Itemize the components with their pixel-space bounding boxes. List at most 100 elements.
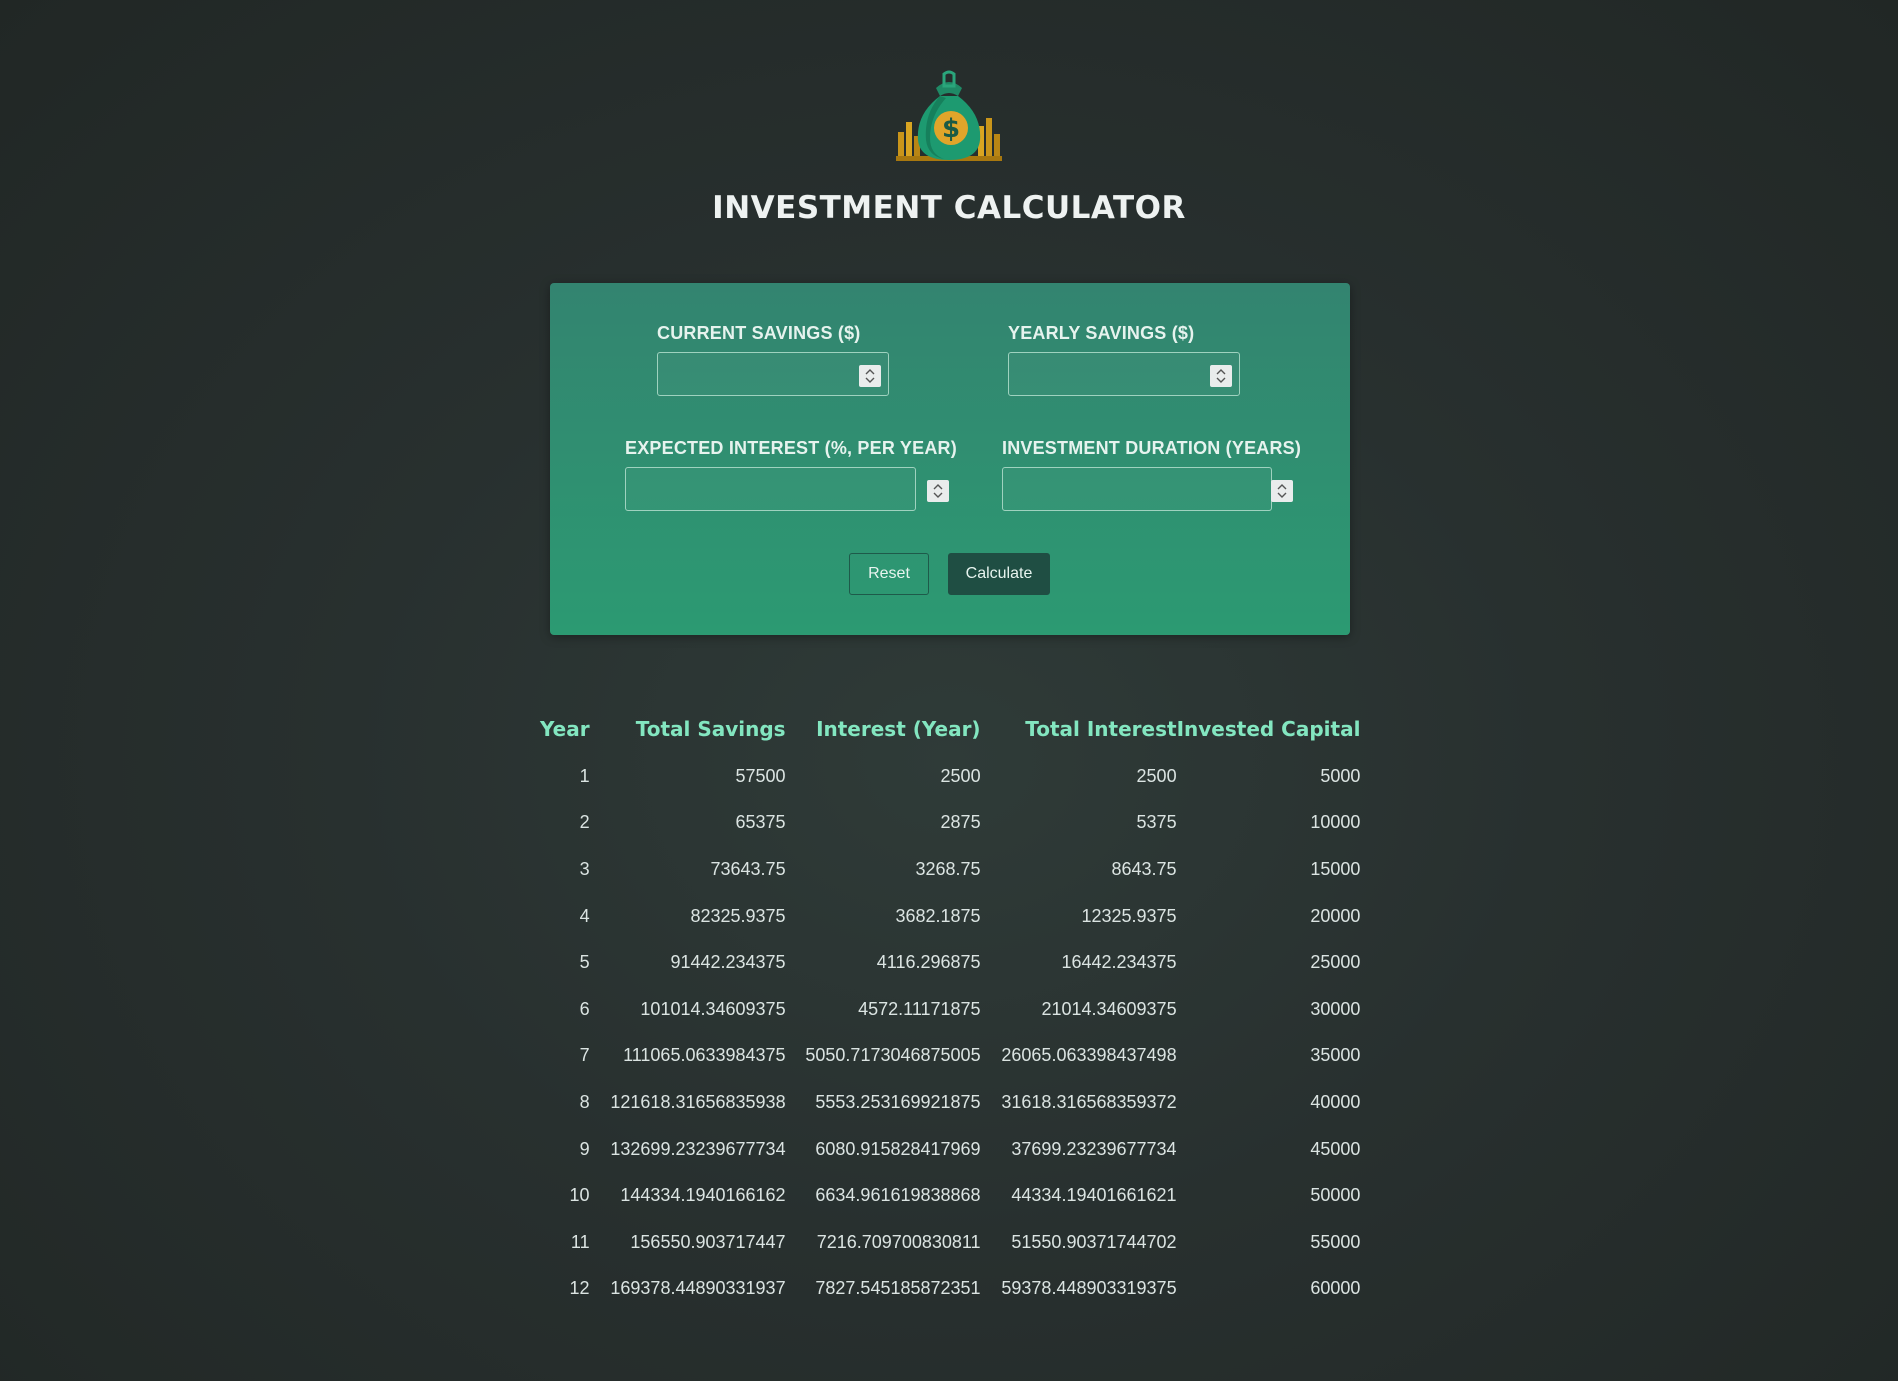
- cell-total-savings: 101014.34609375: [640, 998, 786, 1019]
- cell-interest-year: 4572.11171875: [858, 998, 981, 1019]
- cell-invested-capital: 5000: [1320, 765, 1361, 786]
- cell-total-savings: 156550.903717447: [630, 1231, 786, 1252]
- table-row: 3 73643.75 3268.75 8643.75 15000: [540, 846, 1361, 893]
- table-row: 12 169378.44890331937 7827.545185872351 593…: [540, 1266, 1361, 1313]
- cell-year: 10: [569, 1185, 590, 1206]
- header-total-interest: Total Interest: [1025, 717, 1177, 741]
- cell-total-savings: 73643.75: [710, 858, 786, 879]
- current-savings-input[interactable]: [657, 352, 889, 396]
- cell-total-interest: 5375: [1136, 812, 1177, 833]
- cell-interest-year: 4116.296875: [876, 952, 981, 973]
- results-table: Year Total Savings Interest (Year) Total…: [540, 711, 1360, 1312]
- yearly-savings-stepper[interactable]: [1210, 365, 1232, 387]
- table-row: 4 82325.9375 3682.1875 12325.9375 20000: [540, 893, 1361, 940]
- expected-interest-stepper[interactable]: [926, 480, 949, 502]
- cell-interest-year: 7216.709700830811: [816, 1231, 981, 1252]
- expected-interest-input[interactable]: [625, 467, 916, 511]
- cell-year: 12: [569, 1278, 590, 1299]
- cell-interest-year: 5553.253169921875: [815, 1091, 981, 1112]
- results-table-head: Year Total Savings Interest (Year) Total…: [540, 711, 1360, 753]
- app-header: $ INVESTMENT CALCULATOR: [0, 70, 1898, 226]
- header-total-savings: Total Savings: [635, 717, 786, 741]
- cell-year: 1: [579, 765, 590, 786]
- cell-total-interest: 8643.75: [1111, 858, 1177, 879]
- investment-duration-label: INVESTMENT DURATION (YEARS): [1002, 438, 1302, 458]
- cell-year: 2: [579, 812, 590, 833]
- cell-total-savings: 169378.44890331937: [610, 1278, 786, 1299]
- cell-total-interest: 44334.19401661621: [1011, 1185, 1177, 1206]
- cell-total-interest: 31618.316568359372: [1001, 1091, 1177, 1112]
- cell-interest-year: 2500: [940, 765, 981, 786]
- investment-duration-group: INVESTMENT DURATION (YEARS): [1002, 438, 1301, 511]
- svg-text:$: $: [942, 114, 960, 144]
- cell-total-savings: 121618.31656835938: [610, 1091, 786, 1112]
- investment-duration-stepper[interactable]: [1271, 480, 1294, 502]
- cell-total-savings: 111065.0633984375: [623, 1045, 786, 1066]
- cell-interest-year: 6080.915828417969: [815, 1138, 981, 1159]
- header-invested-capital: Invested Capital: [1176, 717, 1361, 741]
- cell-interest-year: 3268.75: [915, 858, 981, 879]
- cell-year: 9: [579, 1138, 590, 1159]
- current-savings-stepper[interactable]: [859, 365, 881, 387]
- money-bag-icon: $: [896, 70, 1002, 161]
- header-year: Year: [540, 717, 590, 741]
- cell-total-savings: 82325.9375: [690, 905, 786, 926]
- reset-button[interactable]: Reset: [849, 553, 929, 595]
- cell-interest-year: 6634.961619838868: [815, 1185, 981, 1206]
- cell-total-interest: 12325.9375: [1081, 905, 1177, 926]
- current-savings-label: CURRENT SAVINGS ($): [657, 323, 861, 343]
- input-panel: CURRENT SAVINGS ($) YEARLY SAVINGS ($) E…: [550, 283, 1350, 635]
- yearly-savings-input[interactable]: [1008, 352, 1240, 396]
- cell-invested-capital: 55000: [1310, 1231, 1361, 1252]
- cell-year: 4: [579, 905, 590, 926]
- cell-total-interest: 21014.34609375: [1041, 998, 1177, 1019]
- cell-invested-capital: 60000: [1310, 1278, 1361, 1299]
- table-row: 1 57500 2500 2500 5000: [540, 753, 1361, 800]
- cell-year: 5: [579, 952, 590, 973]
- cell-interest-year: 3682.1875: [895, 905, 981, 926]
- cell-invested-capital: 50000: [1310, 1185, 1361, 1206]
- current-savings-group: CURRENT SAVINGS ($): [657, 323, 889, 396]
- table-row: 9 132699.23239677734 6080.915828417969 3769…: [540, 1126, 1361, 1173]
- cell-year: 3: [579, 858, 590, 879]
- table-row: 5 91442.234375 4116.296875 16442.234375 2500…: [540, 939, 1361, 986]
- expected-interest-label: EXPECTED INTEREST (%, PER YEAR): [625, 438, 957, 458]
- cell-invested-capital: 45000: [1310, 1138, 1361, 1159]
- cell-total-savings: 57500: [735, 765, 786, 786]
- cell-interest-year: 5050.7173046875005: [805, 1045, 981, 1066]
- cell-interest-year: 2875: [940, 812, 981, 833]
- cell-year: 8: [579, 1091, 590, 1112]
- table-row: 8 121618.31656835938 5553.253169921875 3161…: [540, 1079, 1361, 1126]
- table-row: 2 65375 2875 5375 10000: [540, 800, 1361, 847]
- cell-total-savings: 65375: [735, 812, 786, 833]
- calculate-button[interactable]: Calculate: [948, 553, 1050, 595]
- cell-invested-capital: 25000: [1310, 952, 1361, 973]
- expected-interest-group: EXPECTED INTEREST (%, PER YEAR): [625, 438, 957, 511]
- cell-invested-capital: 35000: [1310, 1045, 1361, 1066]
- cell-total-savings: 144334.1940166162: [620, 1185, 786, 1206]
- cell-invested-capital: 15000: [1310, 858, 1361, 879]
- stepper-arrows-icon: [865, 369, 875, 383]
- cell-total-interest: 16442.234375: [1061, 952, 1177, 973]
- cell-total-savings: 91442.234375: [670, 952, 786, 973]
- header-interest-year: Interest (Year): [816, 717, 981, 741]
- table-row: 6 101014.34609375 4572.11171875 21014.34609…: [540, 986, 1361, 1033]
- results-table-body: 1 57500 2500 2500 5000 2 65375 2875 5375 10000 3 73…: [540, 753, 1361, 1313]
- table-header-row: Year Total Savings Interest (Year) Total…: [540, 711, 1360, 753]
- investment-duration-input[interactable]: [1002, 467, 1272, 511]
- stepper-arrows-icon: [1216, 369, 1226, 383]
- cell-total-interest: 59378.448903319375: [1001, 1278, 1177, 1299]
- stepper-arrows-icon: [933, 484, 943, 498]
- cell-invested-capital: 10000: [1310, 812, 1361, 833]
- cell-total-savings: 132699.23239677734: [610, 1138, 786, 1159]
- table-row: 10 144334.1940166162 6634.961619838868 4433…: [540, 1172, 1361, 1219]
- cell-total-interest: 2500: [1136, 765, 1177, 786]
- yearly-savings-group: YEARLY SAVINGS ($): [1008, 323, 1240, 396]
- cell-total-interest: 51550.90371744702: [1011, 1231, 1177, 1252]
- cell-total-interest: 26065.063398437498: [1001, 1045, 1177, 1066]
- cell-interest-year: 7827.545185872351: [815, 1278, 981, 1299]
- cell-total-interest: 37699.23239677734: [1011, 1138, 1177, 1159]
- yearly-savings-label: YEARLY SAVINGS ($): [1008, 323, 1195, 343]
- page-title: INVESTMENT CALCULATOR: [712, 190, 1186, 226]
- table-row: 7 111065.0633984375 5050.7173046875005 2606…: [540, 1033, 1361, 1080]
